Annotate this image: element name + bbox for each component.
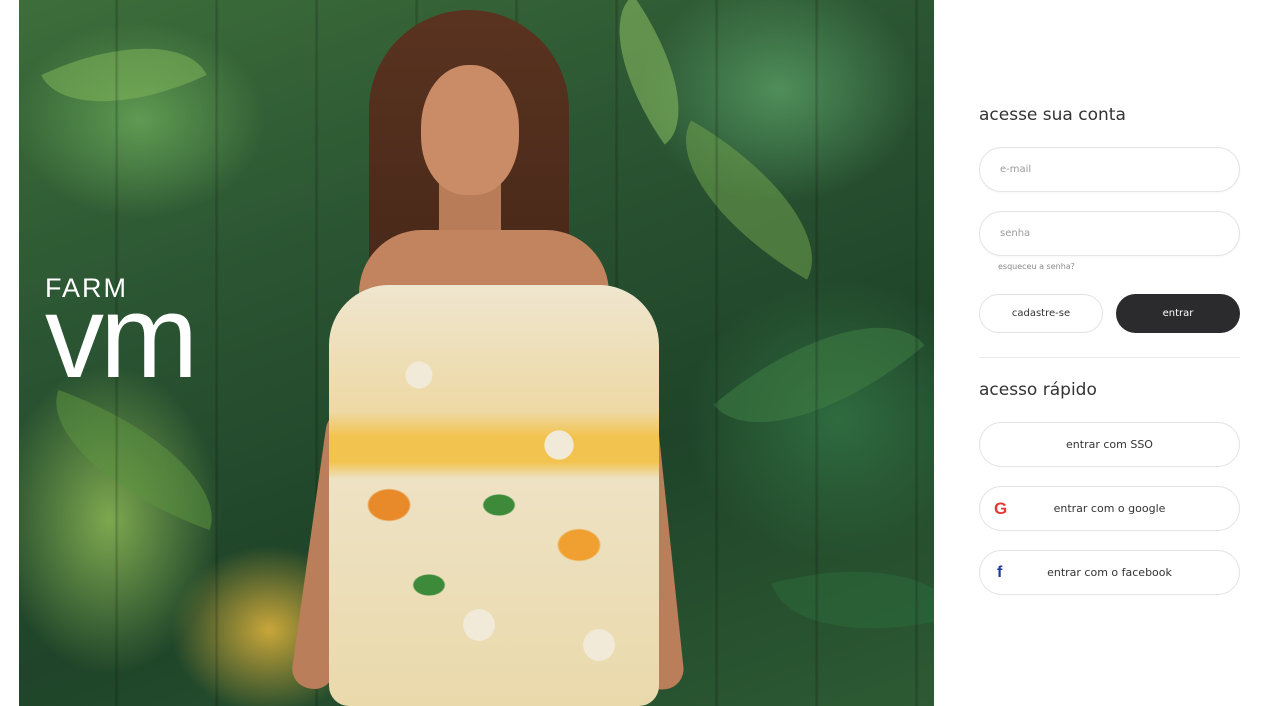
quick-access-title: acesso rápido bbox=[979, 380, 1097, 400]
brand-logo: FARM vm bbox=[45, 271, 198, 403]
google-button-label: entrar com o google bbox=[1053, 502, 1166, 515]
google-login-button[interactable]: G entrar com o google bbox=[979, 486, 1240, 531]
login-title: acesse sua conta bbox=[979, 105, 1126, 125]
model-figure bbox=[289, 10, 709, 706]
facebook-login-button[interactable]: f entrar com o facebook bbox=[979, 550, 1240, 595]
login-submit-button[interactable]: entrar bbox=[1116, 294, 1240, 333]
sso-button-label: entrar com SSO bbox=[1066, 438, 1153, 451]
hero-image: FARM vm bbox=[19, 0, 934, 706]
sso-login-button[interactable]: entrar com SSO bbox=[979, 422, 1240, 467]
brand-logo-vm: vm bbox=[45, 271, 198, 403]
section-divider bbox=[979, 357, 1240, 358]
google-icon: G bbox=[994, 498, 1008, 518]
email-input[interactable] bbox=[980, 148, 1239, 191]
forgot-password-link[interactable]: esqueceu a senha? bbox=[998, 262, 1075, 271]
model-face bbox=[421, 65, 519, 195]
login-panel: acesse sua conta esqueceu a senha? cadas… bbox=[979, 0, 1241, 706]
facebook-icon: f bbox=[997, 563, 1003, 581]
password-input[interactable] bbox=[980, 212, 1239, 255]
floral-dress bbox=[329, 285, 659, 706]
email-field[interactable] bbox=[979, 147, 1240, 192]
facebook-button-label: entrar com o facebook bbox=[1047, 566, 1172, 579]
register-button[interactable]: cadastre-se bbox=[979, 294, 1103, 333]
password-field[interactable] bbox=[979, 211, 1240, 256]
